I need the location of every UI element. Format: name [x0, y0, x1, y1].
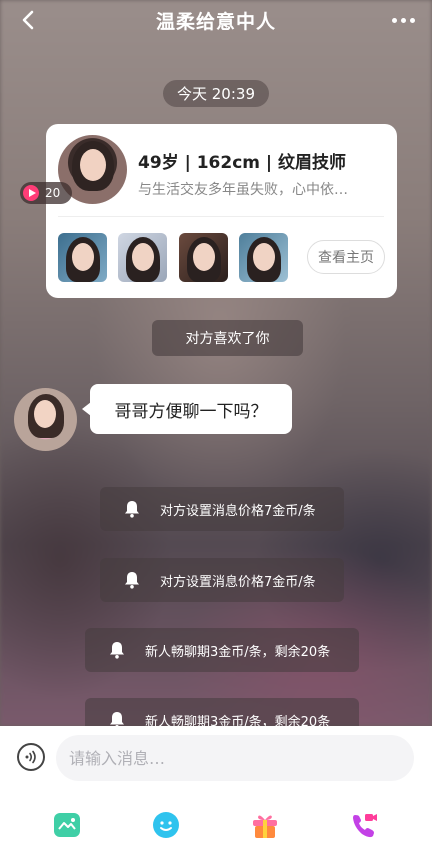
more-button[interactable]: [388, 6, 418, 34]
gift-button[interactable]: [250, 810, 280, 840]
profile-photo-thumb[interactable]: [179, 233, 228, 282]
profile-bio: 与生活交友多年虽失败，心中依…: [138, 182, 348, 198]
composer-panel: [0, 726, 432, 860]
profile-info: 49岁 | 162cm | 纹眉技师: [138, 153, 347, 173]
image-button[interactable]: [52, 810, 82, 840]
emoji-button[interactable]: [151, 810, 181, 840]
profile-card[interactable]: 49岁 | 162cm | 纹眉技师 与生活交友多年虽失败，心中依… 查看主页: [46, 124, 397, 298]
system-notice: 对方设置消息价格7金币/条: [100, 487, 344, 531]
page-title: 温柔给意中人: [155, 10, 276, 33]
top-bar: 温柔给意中人: [0, 0, 432, 40]
gift-icon: [253, 815, 277, 838]
system-message-liked: 对方喜欢了你: [152, 320, 303, 356]
emoji-icon: [153, 812, 179, 838]
voice-icon: [25, 750, 36, 764]
bell-icon: [120, 568, 144, 592]
image-icon: [54, 813, 80, 837]
video-count-badge[interactable]: 20: [20, 182, 72, 204]
notice-text: 新人畅聊期3金币/条，剩余20条: [145, 644, 331, 660]
bell-icon: [120, 497, 144, 521]
profile-photo-thumb[interactable]: [58, 233, 107, 282]
divider: [58, 216, 384, 217]
system-notice: 新人畅聊期3金币/条，剩余20条: [85, 628, 359, 672]
video-count: 20: [45, 186, 61, 200]
notice-text: 对方设置消息价格7金币/条: [160, 574, 316, 590]
sender-avatar[interactable]: [14, 388, 77, 451]
time-divider: 今天 20:39: [163, 80, 269, 107]
message-input[interactable]: [56, 735, 414, 781]
video-call-icon: [353, 814, 377, 838]
profile-photo-thumb[interactable]: [239, 233, 288, 282]
video-call-button[interactable]: [349, 810, 379, 840]
chat-background: [0, 0, 432, 726]
view-homepage-button[interactable]: 查看主页: [307, 240, 385, 274]
message-bubble[interactable]: 哥哥方便聊一下吗？: [82, 384, 292, 434]
back-arrow-icon: [22, 10, 34, 30]
more-dots-icon: [391, 17, 397, 23]
bell-icon: [105, 638, 129, 662]
voice-button[interactable]: [17, 743, 45, 771]
notice-text: 对方设置消息价格7金币/条: [160, 503, 316, 519]
system-notice: 对方设置消息价格7金币/条: [100, 558, 344, 602]
play-icon: [23, 185, 39, 201]
profile-photo-thumb[interactable]: [118, 233, 167, 282]
back-button[interactable]: [14, 6, 42, 34]
